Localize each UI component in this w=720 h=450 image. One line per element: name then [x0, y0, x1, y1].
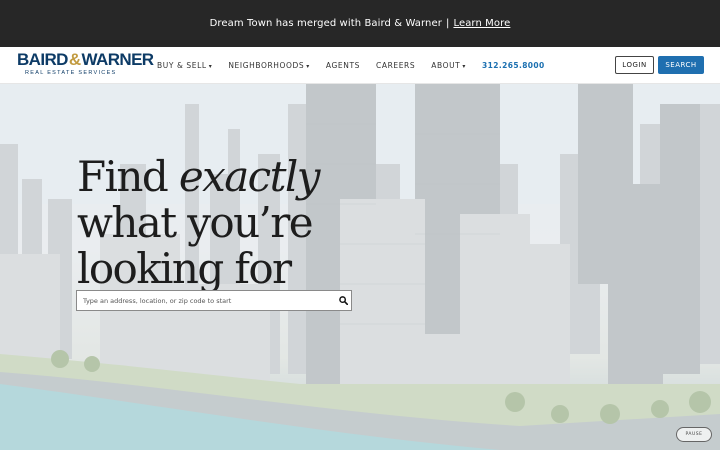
logo-tagline: REAL ESTATE SERVICES — [25, 70, 117, 76]
search-button[interactable]: SEARCH — [658, 56, 704, 74]
learn-more-link[interactable]: Learn More — [453, 18, 510, 29]
magnifier-icon[interactable] — [335, 291, 351, 310]
address-search-input[interactable] — [77, 291, 335, 310]
main-menu: BUY & SELL ▾ NEIGHBORHOODS ▾ AGENTS CAREER… — [157, 47, 545, 84]
hero-search-box — [76, 290, 352, 311]
pause-video-button[interactable]: PAUSE — [676, 427, 712, 442]
announcement-text: Dream Town has merged with Baird & Warne… — [209, 18, 442, 29]
logo-wordmark: BAIRD&WARNER — [17, 50, 154, 69]
announcement-separator: | — [445, 18, 450, 29]
menu-item-buy-sell[interactable]: BUY & SELL ▾ — [157, 61, 212, 70]
menu-item-agents[interactable]: AGENTS — [326, 61, 360, 70]
menu-item-careers[interactable]: CAREERS — [376, 61, 415, 70]
top-navigation: BAIRD&WARNER REAL ESTATE SERVICES BUY & … — [0, 47, 720, 84]
phone-number-link[interactable]: 312.265.8000 — [482, 61, 545, 70]
chevron-down-icon: ▾ — [462, 63, 466, 70]
hero-section: Find exactly what you’re looking for PAU… — [0, 84, 720, 450]
menu-item-about[interactable]: ABOUT ▾ — [431, 61, 466, 70]
chevron-down-icon: ▾ — [208, 63, 213, 70]
announcement-bar: Dream Town has merged with Baird & Warne… — [0, 0, 720, 47]
chevron-down-icon: ▾ — [306, 63, 310, 70]
hero-headline: Find exactly what you’re looking for — [77, 152, 320, 293]
login-button[interactable]: LOGIN — [615, 56, 654, 74]
menu-item-neighborhoods[interactable]: NEIGHBORHOODS ▾ — [228, 61, 310, 70]
baird-warner-logo[interactable]: BAIRD&WARNER REAL ESTATE SERVICES — [17, 50, 154, 81]
